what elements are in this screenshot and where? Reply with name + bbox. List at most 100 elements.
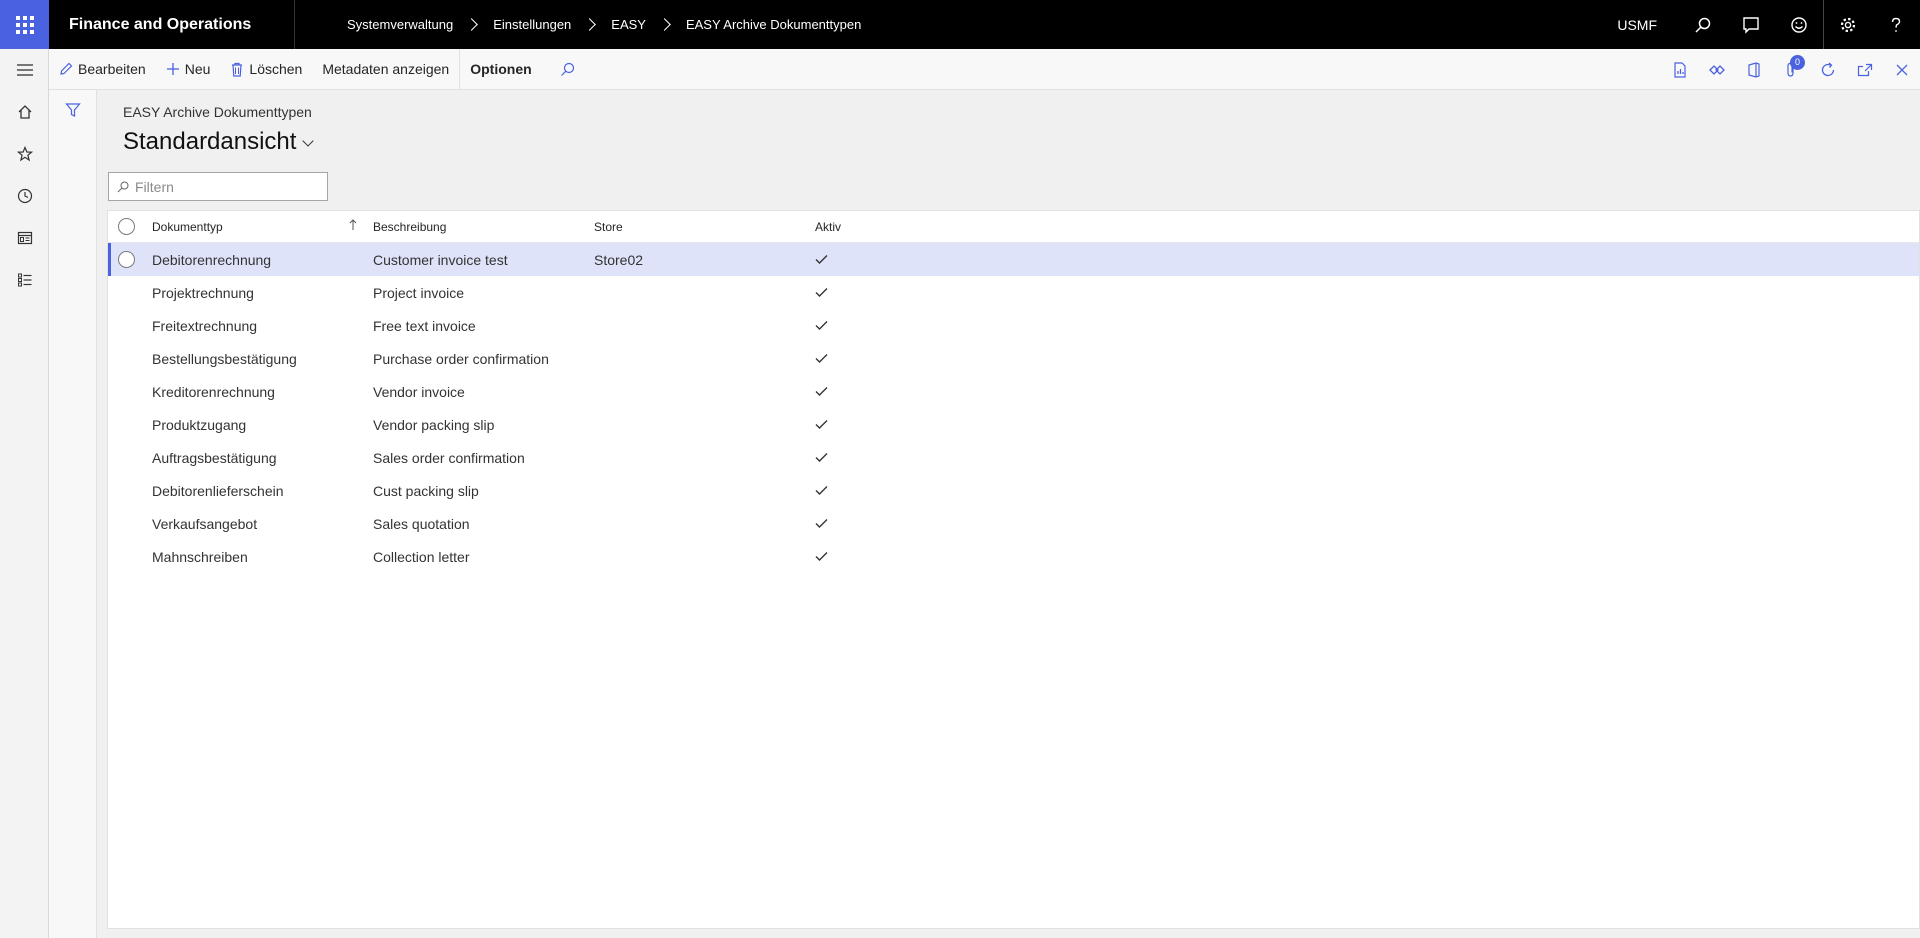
checkmark-icon <box>815 288 828 297</box>
action-pane-right-tools: 0 <box>1661 49 1920 90</box>
new-button[interactable]: Neu <box>156 49 221 90</box>
workspace-icon <box>17 231 32 245</box>
column-header-label: Aktiv <box>815 219 842 234</box>
cell-dokumenttyp[interactable]: Verkaufsangebot <box>144 516 365 532</box>
cell-aktiv[interactable] <box>807 254 867 265</box>
nav-menu-button[interactable] <box>0 49 49 91</box>
open-in-report-button[interactable] <box>1661 49 1698 90</box>
checkmark-icon <box>815 552 828 561</box>
table-row[interactable]: Produktzugang Vendor packing slip <box>108 408 1919 441</box>
column-header-dokumenttyp[interactable]: Dokumenttyp <box>144 218 365 234</box>
table-row[interactable]: Kreditorenrechnung Vendor invoice <box>108 375 1919 408</box>
options-tab[interactable]: Optionen <box>460 49 541 90</box>
attachments-button[interactable]: 0 <box>1772 49 1809 90</box>
page-title: Standardansicht <box>123 128 297 155</box>
cell-aktiv[interactable] <box>807 353 867 364</box>
cell-aktiv[interactable] <box>807 419 867 430</box>
edit-button[interactable]: Bearbeiten <box>49 49 156 90</box>
nav-modules-button[interactable] <box>0 259 49 301</box>
column-header-aktiv[interactable]: Aktiv <box>807 220 867 234</box>
table-row[interactable]: Projektrechnung Project invoice <box>108 276 1919 309</box>
nav-workspaces-button[interactable] <box>0 217 49 259</box>
nav-home-button[interactable] <box>0 91 49 133</box>
messages-button[interactable] <box>1727 0 1775 49</box>
cell-beschreibung[interactable]: Cust packing slip <box>365 483 586 499</box>
plus-icon <box>166 63 179 75</box>
cell-dokumenttyp[interactable]: Freitextrechnung <box>144 318 365 334</box>
cell-aktiv[interactable] <box>807 452 867 463</box>
breadcrumb-item-easy[interactable]: EASY <box>611 17 646 32</box>
home-icon <box>18 105 31 119</box>
show-metadata-button[interactable]: Metadaten anzeigen <box>312 49 459 90</box>
office-button[interactable] <box>1735 49 1772 90</box>
select-all-checkbox[interactable] <box>108 218 144 235</box>
table-row[interactable]: Mahnschreiben Collection letter <box>108 540 1919 573</box>
cell-aktiv[interactable] <box>807 386 867 397</box>
grid-body: Debitorenrechnung Customer invoice test … <box>108 243 1919 573</box>
cell-dokumenttyp[interactable]: Debitorenrechnung <box>144 252 365 268</box>
table-row[interactable]: Debitorenlieferschein Cust packing slip <box>108 474 1919 507</box>
column-header-label: Beschreibung <box>373 219 447 234</box>
column-header-store[interactable]: Store <box>586 220 807 234</box>
cell-beschreibung[interactable]: Customer invoice test <box>365 252 586 268</box>
cell-dokumenttyp[interactable]: Produktzugang <box>144 417 365 433</box>
clock-icon <box>17 188 32 204</box>
settings-button[interactable] <box>1824 0 1872 49</box>
table-row[interactable]: Verkaufsangebot Sales quotation <box>108 507 1919 540</box>
nav-recent-button[interactable] <box>0 175 49 217</box>
column-header-beschreibung[interactable]: Beschreibung <box>365 220 586 234</box>
cell-aktiv[interactable] <box>807 320 867 331</box>
refresh-button[interactable] <box>1809 49 1846 90</box>
cell-dokumenttyp[interactable]: Debitorenlieferschein <box>144 483 365 499</box>
table-row[interactable]: Bestellungsbestätigung Purchase order co… <box>108 342 1919 375</box>
table-row[interactable]: Freitextrechnung Free text invoice <box>108 309 1919 342</box>
cell-beschreibung[interactable]: Sales order confirmation <box>365 450 586 466</box>
checkmark-icon <box>815 519 828 528</box>
cell-store[interactable]: Store02 <box>586 252 807 268</box>
nav-favorites-button[interactable] <box>0 133 49 175</box>
cell-aktiv[interactable] <box>807 287 867 298</box>
cell-aktiv[interactable] <box>807 551 867 562</box>
cell-beschreibung[interactable]: Vendor packing slip <box>365 417 586 433</box>
filter-input[interactable] <box>135 178 325 195</box>
row-radio[interactable] <box>117 251 135 268</box>
cell-dokumenttyp[interactable]: Kreditorenrechnung <box>144 384 365 400</box>
cell-aktiv[interactable] <box>807 518 867 529</box>
action-search-button[interactable] <box>542 49 590 90</box>
feedback-button[interactable] <box>1775 0 1823 49</box>
cell-beschreibung[interactable]: Sales quotation <box>365 516 586 532</box>
document-types-grid: Dokumenttyp Beschreibung Store Aktiv Deb… <box>107 210 1920 929</box>
table-row[interactable]: Auftragsbestätigung Sales order confirma… <box>108 441 1919 474</box>
breadcrumb-item-einstellungen[interactable]: Einstellungen <box>493 17 571 32</box>
help-button[interactable] <box>1872 0 1920 49</box>
breadcrumb-item-current[interactable]: EASY Archive Dokumenttypen <box>686 17 861 32</box>
cell-dokumenttyp[interactable]: Bestellungsbestätigung <box>144 351 365 367</box>
row-selector[interactable] <box>108 251 144 268</box>
breadcrumb-item-systemverwaltung[interactable]: Systemverwaltung <box>347 17 453 32</box>
cell-dokumenttyp[interactable]: Mahnschreiben <box>144 549 365 565</box>
cell-beschreibung[interactable]: Project invoice <box>365 285 586 301</box>
close-button[interactable] <box>1883 49 1920 90</box>
cell-dokumenttyp[interactable]: Auftragsbestätigung <box>144 450 365 466</box>
search-button[interactable] <box>1679 0 1727 49</box>
view-selector[interactable]: Standardansicht <box>123 128 315 156</box>
cell-beschreibung[interactable]: Purchase order confirmation <box>365 351 586 367</box>
cell-beschreibung[interactable]: Collection letter <box>365 549 586 565</box>
filter-pane-rail <box>49 90 97 938</box>
open-in-new-window-button[interactable] <box>1846 49 1883 90</box>
filter-box[interactable] <box>108 172 328 201</box>
company-picker[interactable]: USMF <box>1617 17 1657 33</box>
cell-beschreibung[interactable]: Free text invoice <box>365 318 586 334</box>
show-filters-button[interactable] <box>49 90 97 130</box>
delete-button[interactable]: Löschen <box>220 49 312 90</box>
chevron-down-icon <box>302 135 315 147</box>
cell-dokumenttyp[interactable]: Projektrechnung <box>144 285 365 301</box>
cell-beschreibung[interactable]: Vendor invoice <box>365 384 586 400</box>
checkmark-icon <box>815 420 828 429</box>
app-launcher-button[interactable] <box>0 0 49 49</box>
help-icon <box>1891 17 1901 32</box>
power-apps-button[interactable] <box>1698 49 1735 90</box>
cell-aktiv[interactable] <box>807 485 867 496</box>
table-row[interactable]: Debitorenrechnung Customer invoice test … <box>108 243 1919 276</box>
app-title[interactable]: Finance and Operations <box>49 0 295 49</box>
